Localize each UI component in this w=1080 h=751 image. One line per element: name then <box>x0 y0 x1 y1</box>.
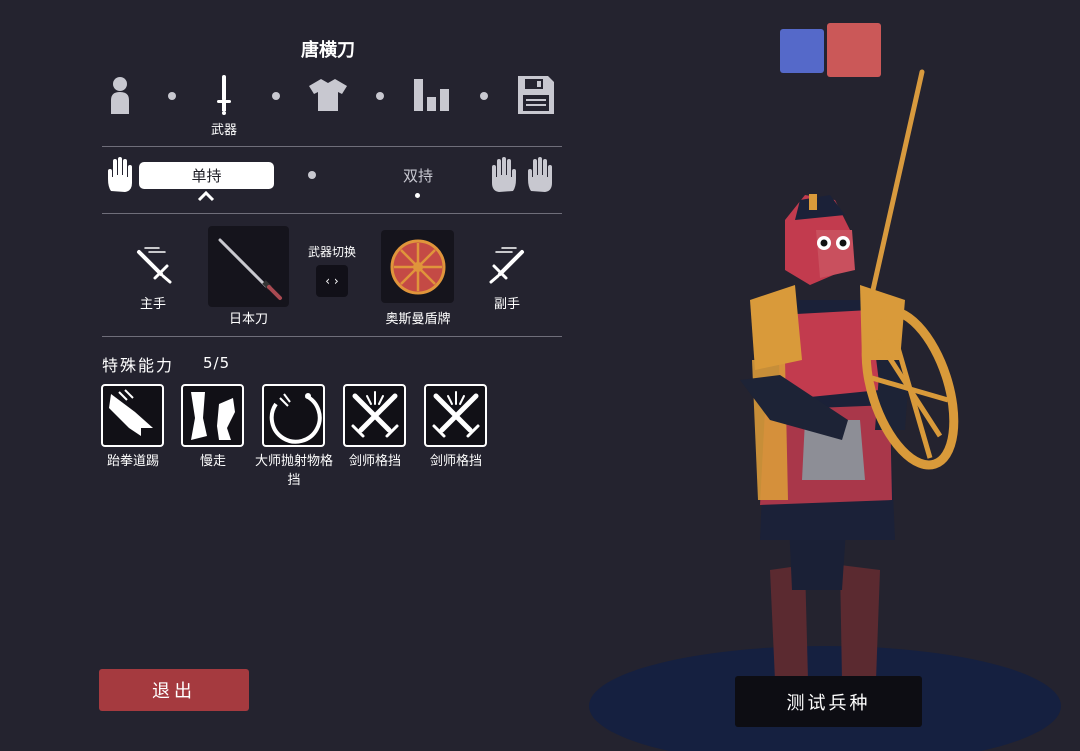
tab-stats[interactable] <box>410 73 454 117</box>
weapon-swap-button[interactable]: ‹ › <box>316 265 348 297</box>
tab-separator <box>168 92 176 100</box>
weapon-swap-label: 武器切换 <box>307 245 356 259</box>
crossed-swords-icon <box>432 390 479 437</box>
main-weapon-label: 日本刀 <box>228 312 268 327</box>
tab-separator <box>272 92 280 100</box>
ability-label: 慢走 <box>199 454 226 469</box>
ability-slot[interactable] <box>181 384 244 447</box>
shirt-icon <box>309 79 347 111</box>
off-hand-sword-icon <box>489 247 524 284</box>
test-unit-button[interactable]: 测试兵种 <box>735 676 922 727</box>
crossed-swords-icon <box>351 390 398 437</box>
tab-armor[interactable] <box>306 73 350 117</box>
tab-weapons[interactable] <box>202 73 246 117</box>
ability-slot[interactable] <box>424 384 487 447</box>
hand-icon <box>108 157 132 192</box>
tab-save[interactable] <box>514 73 558 117</box>
divider <box>102 146 562 147</box>
main-hand-sword-icon <box>137 247 172 284</box>
abilities-count: 5/5 <box>203 354 231 372</box>
divider <box>102 213 562 214</box>
unit-name-title: 唐横刀 <box>301 40 355 61</box>
ability-label: 剑师格挡 <box>348 454 401 469</box>
legs-icon <box>190 391 235 440</box>
abilities-title: 特殊能力 <box>102 356 175 375</box>
tab-weapons-label: 武器 <box>210 123 237 138</box>
projectile-block-icon <box>269 392 322 444</box>
dual-wield-button[interactable]: 双持 <box>380 165 456 186</box>
ability-slot[interactable] <box>343 384 406 447</box>
ability-slot[interactable] <box>101 384 164 447</box>
dual-wield-indicator <box>415 193 420 198</box>
save-icon <box>518 76 554 114</box>
exit-button[interactable]: 退出 <box>99 669 249 711</box>
main-hand-label: 主手 <box>139 297 166 312</box>
ability-label: 剑师格挡 <box>429 454 482 469</box>
stats-icon <box>414 79 449 111</box>
two-hands-icon <box>492 157 552 192</box>
grip-separator <box>308 171 316 179</box>
off-hand-label: 副手 <box>493 297 520 312</box>
divider <box>102 336 562 337</box>
ability-label: 大师抛射物格挡 <box>254 454 333 488</box>
ability-label: 跆拳道踢 <box>106 454 159 469</box>
sword-icon <box>217 75 231 115</box>
tab-separator <box>376 92 384 100</box>
chevron-up-icon <box>197 190 215 202</box>
single-wield-button[interactable]: 单持 <box>139 162 274 189</box>
tab-separator <box>480 92 488 100</box>
katana-icon <box>218 238 282 300</box>
ability-slot[interactable] <box>262 384 325 447</box>
main-weapon-slot[interactable] <box>208 226 289 307</box>
round-shield-icon <box>390 239 445 294</box>
off-hand-weapon-label: 奥斯曼盾牌 <box>385 312 451 327</box>
off-hand-weapon-slot[interactable] <box>381 230 454 303</box>
tab-appearance[interactable] <box>98 73 142 117</box>
swap-arrows-icon: ‹ › <box>325 274 339 288</box>
kick-icon <box>108 388 155 440</box>
unit-preview[interactable] <box>580 60 1080 751</box>
person-icon <box>111 77 129 114</box>
